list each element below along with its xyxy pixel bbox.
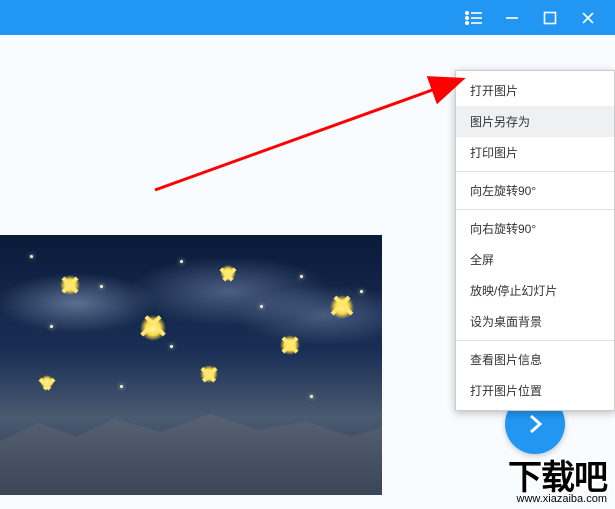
image-viewport[interactable] [0, 235, 382, 495]
titlebar [0, 0, 615, 35]
context-menu: 打开图片图片另存为打印图片向左旋转90° 向右旋转90°全屏放映/停止幻灯片设为桌… [455, 70, 615, 411]
close-button[interactable] [569, 0, 607, 35]
content-area: 打开图片图片另存为打印图片向左旋转90° 向右旋转90°全屏放映/停止幻灯片设为桌… [0, 35, 615, 509]
menu-set-wallpaper[interactable]: 设为桌面背景 [456, 306, 614, 337]
menu-rotate-left[interactable]: 向左旋转90° [456, 175, 614, 206]
menu-separator [456, 340, 614, 341]
menu-button[interactable] [455, 0, 493, 35]
minimize-icon [505, 11, 519, 25]
menu-fullscreen[interactable]: 全屏 [456, 244, 614, 275]
menu-slideshow[interactable]: 放映/停止幻灯片 [456, 275, 614, 306]
maximize-button[interactable] [531, 0, 569, 35]
menu-open-location[interactable]: 打开图片位置 [456, 375, 614, 406]
menu-separator [456, 209, 614, 210]
annotation-arrow [150, 75, 480, 195]
menu-list-icon [465, 11, 483, 25]
chevron-right-icon [522, 411, 548, 437]
menu-image-info[interactable]: 查看图片信息 [456, 344, 614, 375]
menu-print-image[interactable]: 打印图片 [456, 137, 614, 168]
watermark-url: www.xiazaiba.com [508, 493, 607, 505]
watermark-text: 下载吧 [508, 450, 607, 499]
watermark: 下载吧 www.xiazaiba.com [508, 450, 607, 505]
menu-save-image-as[interactable]: 图片另存为 [456, 106, 614, 137]
menu-rotate-right[interactable]: 向右旋转90° [456, 213, 614, 244]
close-icon [581, 11, 595, 25]
maximize-icon [543, 11, 557, 25]
minimize-button[interactable] [493, 0, 531, 35]
menu-separator [456, 171, 614, 172]
menu-open-image[interactable]: 打开图片 [456, 75, 614, 106]
